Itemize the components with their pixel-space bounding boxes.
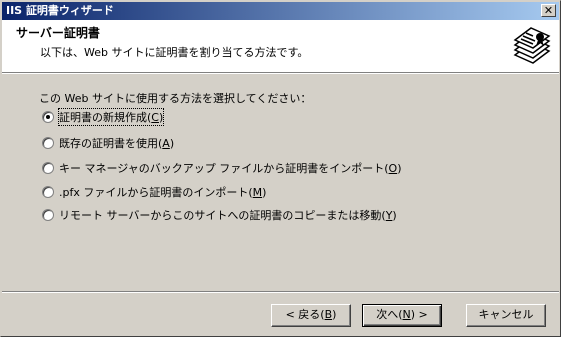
- back-button-label: < 戻る: [285, 308, 321, 321]
- option-existing-certificate[interactable]: 既存の証明書を使用(A): [42, 135, 174, 151]
- cancel-button-label: キャンセル: [478, 308, 534, 321]
- option-hotkey: Y: [385, 209, 393, 222]
- option-hotkey: A: [162, 137, 170, 150]
- option-label: 既存の証明書を使用: [59, 137, 158, 150]
- header-divider: [2, 72, 559, 74]
- cancel-button[interactable]: キャンセル: [466, 304, 546, 327]
- next-button-label: 次へ: [376, 308, 399, 321]
- certificate-stack-icon: [511, 25, 553, 67]
- option-label: キー マネージャのバックアップ ファイルから証明書をインポート: [59, 162, 385, 175]
- option-import-pfx[interactable]: .pfx ファイルから証明書のインポート(M): [42, 184, 266, 200]
- back-hotkey: B: [324, 308, 333, 321]
- close-button[interactable]: ✕: [541, 4, 556, 17]
- radio-existing-certificate[interactable]: [42, 137, 54, 149]
- wizard-header: サーバー証明書 以下は、Web サイトに証明書を割り当てる方法です。: [2, 20, 559, 72]
- option-label: リモート サーバーからこのサイトへの証明書のコピーまたは移動: [59, 209, 382, 222]
- footer-divider: [2, 291, 559, 293]
- next-arrow: >: [415, 308, 428, 321]
- option-label: 証明書の新規作成: [59, 111, 147, 124]
- option-hotkey: O: [388, 162, 398, 175]
- back-button[interactable]: < 戻る(B): [271, 304, 351, 327]
- window-title: IIS 証明書ウィザード: [6, 4, 114, 17]
- page-subtitle: 以下は、Web サイトに証明書を割り当てる方法です。: [40, 46, 309, 59]
- option-hotkey: M: [252, 186, 263, 199]
- next-hotkey: N: [402, 308, 411, 321]
- method-prompt: この Web サイトに使用する方法を選択してください：: [39, 92, 312, 105]
- option-remote-copy[interactable]: リモート サーバーからこのサイトへの証明書のコピーまたは移動(Y): [42, 207, 397, 223]
- title-bar[interactable]: IIS 証明書ウィザード ✕: [2, 2, 559, 20]
- radio-remote-copy[interactable]: [42, 209, 54, 221]
- option-new-certificate[interactable]: 証明書の新規作成(C): [42, 108, 165, 126]
- radio-new-certificate[interactable]: [42, 111, 54, 123]
- page-title: サーバー証明書: [16, 26, 100, 40]
- radio-import-keymanager[interactable]: [42, 162, 54, 174]
- option-import-keymanager[interactable]: キー マネージャのバックアップ ファイルから証明書をインポート(O): [42, 160, 402, 176]
- option-hotkey: C: [151, 111, 159, 124]
- wizard-window: IIS 証明書ウィザード ✕ サーバー証明書 以下は、Web サイトに証明書を割…: [0, 0, 561, 337]
- radio-import-pfx[interactable]: [42, 186, 54, 198]
- option-label: .pfx ファイルから証明書のインポート: [59, 186, 249, 199]
- next-button[interactable]: 次へ(N) >: [362, 304, 442, 327]
- close-icon: ✕: [543, 4, 554, 17]
